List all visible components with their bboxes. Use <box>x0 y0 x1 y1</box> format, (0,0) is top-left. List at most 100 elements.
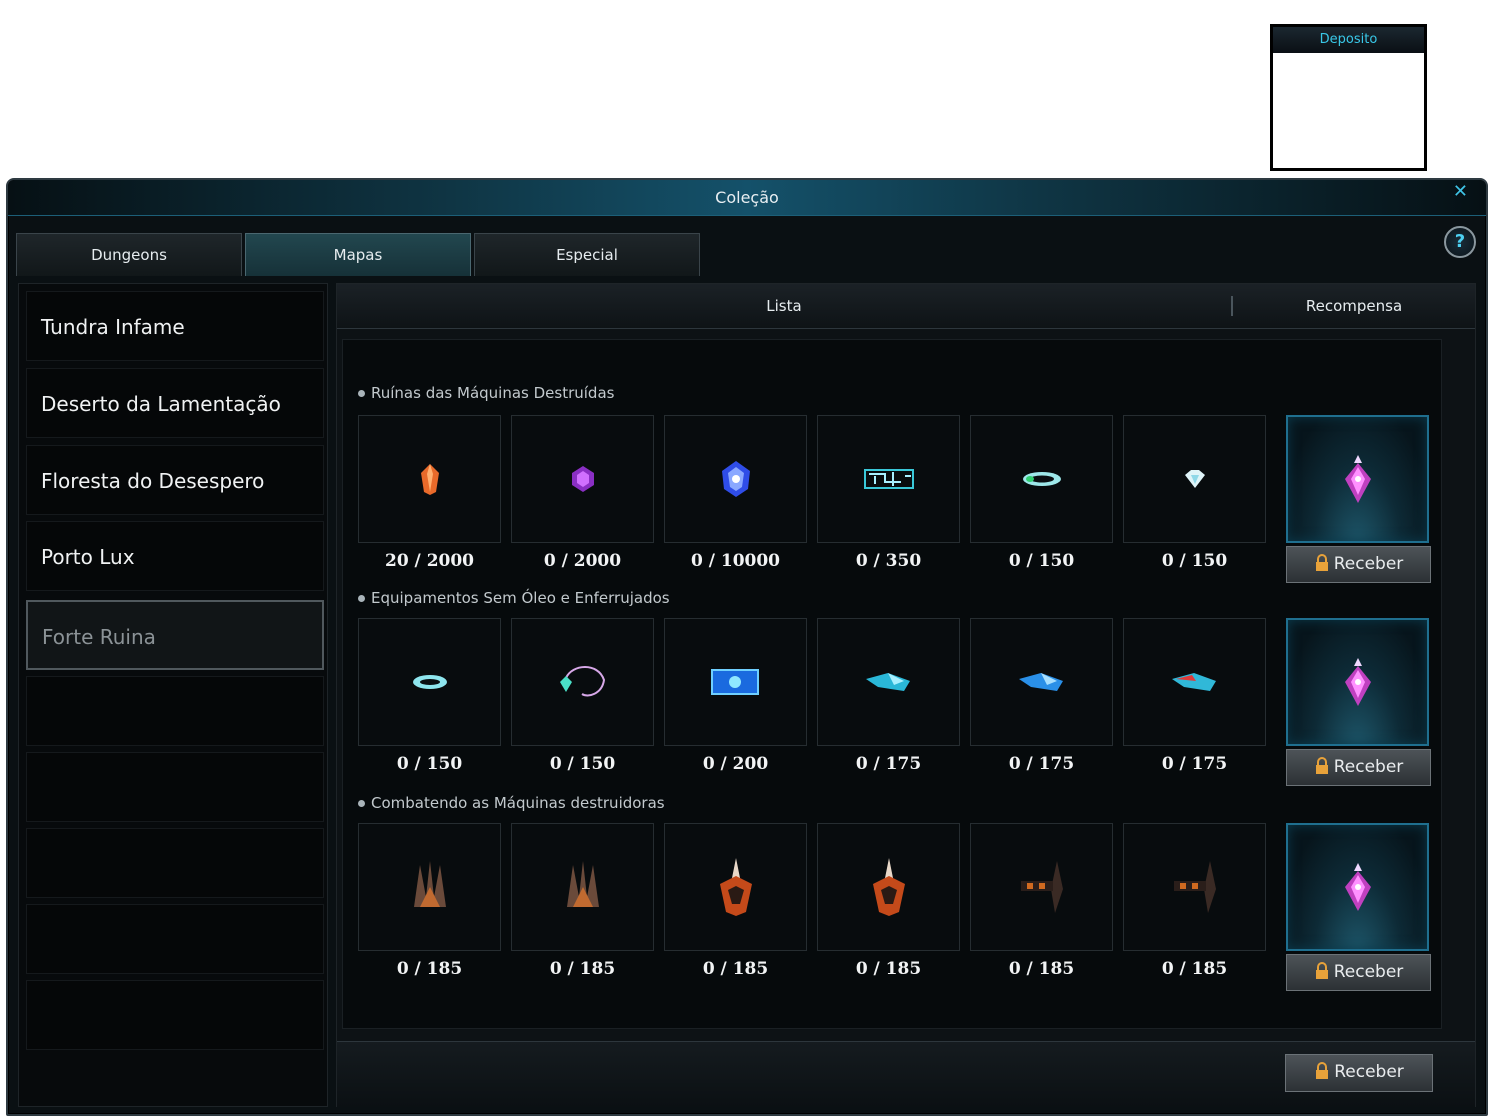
deposito-title: Deposito <box>1273 27 1424 53</box>
region-list: Tundra Infame Deserto da Lamentação Flor… <box>18 283 328 1107</box>
collection-window: Coleção ✕ ? Dungeons Mapas Especial Tund… <box>6 178 1488 1116</box>
group-title: Ruínas das Máquinas Destruídas <box>358 384 614 402</box>
tab-dungeons[interactable]: Dungeons <box>16 233 242 276</box>
collection-slot[interactable] <box>817 415 960 543</box>
collection-slot[interactable] <box>511 823 654 951</box>
horned-mask-icon <box>719 858 752 916</box>
region-item-floresta[interactable]: Floresta do Desespero <box>26 445 324 515</box>
item-count: 20 / 2000 <box>384 551 475 571</box>
reward-potion-icon <box>1344 863 1371 911</box>
blue-boots-icon <box>1018 673 1063 691</box>
reward-slot[interactable] <box>1286 618 1429 746</box>
window-title: Coleção <box>8 180 1486 216</box>
collection-slot[interactable] <box>511 415 654 543</box>
lock-icon <box>1315 554 1328 571</box>
item-count: 0 / 185 <box>855 959 922 979</box>
item-count: 0 / 175 <box>855 754 922 774</box>
collection-slot[interactable] <box>664 618 807 746</box>
list-header-label: Lista <box>766 297 802 315</box>
list-header: Lista Recompensa <box>337 284 1475 329</box>
lock-icon <box>1315 962 1328 979</box>
item-count: 0 / 175 <box>1161 754 1228 774</box>
collection-slot[interactable] <box>664 415 807 543</box>
tab-mapas[interactable]: Mapas <box>245 233 471 276</box>
receive-all-button[interactable]: Receber <box>1285 1054 1433 1092</box>
region-item-porto-lux[interactable]: Porto Lux <box>26 521 324 591</box>
bullet-icon <box>358 800 365 807</box>
receive-button-label: Receber <box>1333 757 1404 777</box>
lock-icon <box>1315 757 1328 774</box>
item-count: 0 / 200 <box>702 754 769 774</box>
reward-potion-icon <box>1344 658 1371 706</box>
ring-icon <box>412 675 447 689</box>
collection-slot[interactable] <box>1123 415 1266 543</box>
purple-gem-icon <box>571 466 594 492</box>
item-count: 0 / 150 <box>549 754 616 774</box>
receive-button-label: Receber <box>1333 554 1404 574</box>
item-count: 0 / 350 <box>855 551 922 571</box>
item-count: 0 / 150 <box>396 754 463 774</box>
reward-slot[interactable] <box>1286 415 1429 543</box>
group-title: Combatendo as Máquinas destruidoras <box>358 794 665 812</box>
receive-button[interactable]: Receber <box>1286 954 1431 991</box>
red-boots-icon <box>1171 673 1216 691</box>
collection-slot[interactable] <box>358 415 501 543</box>
bullet-icon <box>358 595 365 602</box>
collection-slot[interactable] <box>358 618 501 746</box>
region-item-empty <box>26 904 324 974</box>
circuit-part-icon <box>863 469 914 489</box>
blue-card-icon <box>710 669 759 695</box>
collection-slot[interactable] <box>817 823 960 951</box>
reward-header-label: Recompensa <box>1305 297 1403 315</box>
item-count: 0 / 175 <box>1008 754 1075 774</box>
collection-slot[interactable] <box>970 415 1113 543</box>
receive-all-label: Receber <box>1334 1062 1404 1082</box>
small-gem-icon <box>1184 470 1205 488</box>
collection-content: Ruínas das Máquinas Destruídas 20 / 2000… <box>342 339 1442 1029</box>
item-count: 0 / 2000 <box>543 551 622 571</box>
collection-slot[interactable] <box>358 823 501 951</box>
item-count: 0 / 10000 <box>690 551 781 571</box>
orange-crystal-icon <box>420 464 439 495</box>
collection-slot[interactable] <box>970 823 1113 951</box>
tab-bar: Dungeons Mapas Especial <box>16 233 703 276</box>
group-title-text: Equipamentos Sem Óleo e Enferrujados <box>371 589 670 607</box>
blue-boots-icon <box>865 673 910 691</box>
collection-slot[interactable] <box>664 823 807 951</box>
region-item-tundra-infame[interactable]: Tundra Infame <box>26 291 324 361</box>
collection-slot[interactable] <box>817 618 960 746</box>
blue-crystal-icon <box>721 461 750 497</box>
collection-slot[interactable] <box>1123 823 1266 951</box>
region-item-forte-ruina[interactable]: Forte Ruina <box>26 600 324 670</box>
dark-weapon-icon <box>1173 861 1216 913</box>
group-title: Equipamentos Sem Óleo e Enferrujados <box>358 589 670 607</box>
item-count: 0 / 185 <box>1008 959 1075 979</box>
collection-panel: Lista Recompensa Ruínas das Máquinas Des… <box>336 283 1476 1107</box>
claw-armor-icon <box>566 861 599 907</box>
lock-icon <box>1316 1062 1329 1079</box>
item-count: 0 / 185 <box>702 959 769 979</box>
collection-slot[interactable] <box>970 618 1113 746</box>
item-count: 0 / 150 <box>1161 551 1228 571</box>
help-icon[interactable]: ? <box>1444 226 1476 258</box>
item-count: 0 / 185 <box>1161 959 1228 979</box>
claw-armor-icon <box>413 861 446 907</box>
bullet-icon <box>358 390 365 397</box>
region-item-deserto[interactable]: Deserto da Lamentação <box>26 368 324 438</box>
group-title-text: Combatendo as Máquinas destruidoras <box>371 794 665 812</box>
tab-especial[interactable]: Especial <box>474 233 700 276</box>
reward-slot[interactable] <box>1286 823 1429 951</box>
close-icon[interactable]: ✕ <box>1453 182 1468 202</box>
region-item-empty <box>26 980 324 1050</box>
region-item-empty <box>26 676 324 746</box>
collection-slot[interactable] <box>1123 618 1266 746</box>
region-item-empty <box>26 752 324 822</box>
necklace-icon <box>559 666 605 697</box>
horned-mask-icon <box>872 858 905 916</box>
collection-slot[interactable] <box>511 618 654 746</box>
receive-button[interactable]: Receber <box>1286 749 1431 786</box>
footer-bar: Receber <box>337 1041 1475 1107</box>
item-count: 0 / 150 <box>1008 551 1075 571</box>
group-title-text: Ruínas das Máquinas Destruídas <box>371 384 615 402</box>
receive-button[interactable]: Receber <box>1286 546 1431 583</box>
